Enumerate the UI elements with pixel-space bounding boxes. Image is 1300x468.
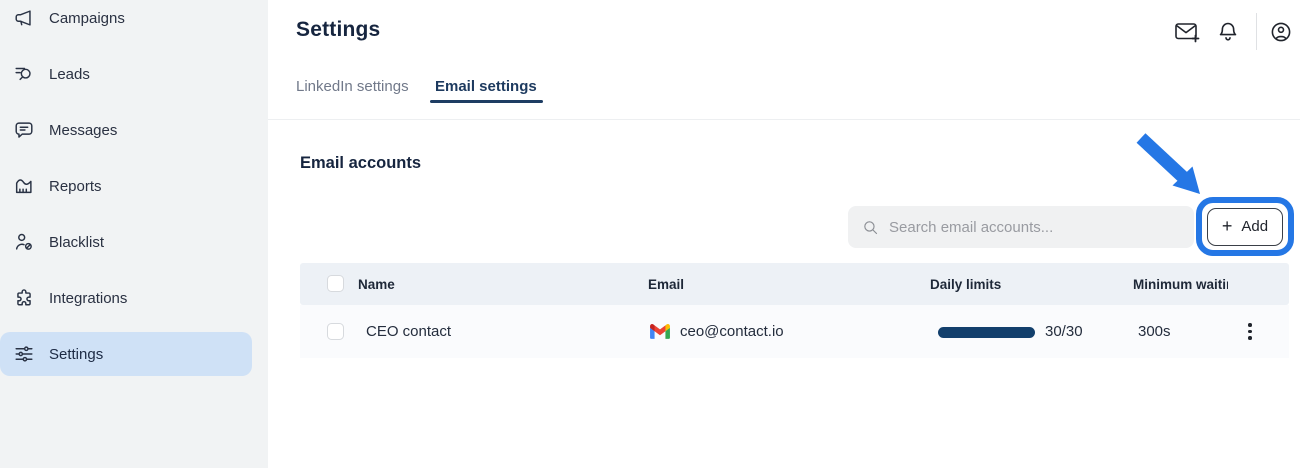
table-row[interactable]: CEO contact ceo@contact.io 30/30 300s [300, 305, 1289, 358]
search-box [848, 206, 1194, 248]
message-bubble-icon [13, 119, 35, 141]
add-button-label: Add [1241, 218, 1268, 235]
leads-search-icon [13, 63, 35, 85]
app-window: Campaigns Leads Messages Reports Blackli… [0, 0, 1300, 468]
megaphone-icon [13, 7, 35, 29]
main-content: Settings LinkedIn settings Email setting… [268, 0, 1300, 468]
section-title: Email accounts [300, 154, 421, 173]
daily-limit-value: 30/30 [1045, 305, 1083, 358]
sidebar-item-leads[interactable]: Leads [0, 52, 252, 96]
tab-linkedin-settings[interactable]: LinkedIn settings [296, 78, 409, 95]
sidebar-item-messages[interactable]: Messages [0, 108, 252, 152]
select-all-checkbox[interactable] [327, 275, 344, 292]
annotation-arrow-icon [1130, 132, 1210, 200]
account-name: CEO contact [366, 305, 451, 358]
add-button[interactable]: + Add [1207, 208, 1283, 246]
annotation-highlight-box: + Add [1196, 197, 1294, 256]
search-icon [862, 219, 879, 236]
sidebar-item-label: Reports [49, 178, 102, 195]
puzzle-icon [13, 287, 35, 309]
gmail-icon [650, 305, 670, 358]
table-header: Name Email Daily limits Minimum waiting [300, 263, 1289, 305]
row-actions-kebab-icon[interactable] [1242, 305, 1258, 358]
sidebar-item-label: Messages [49, 122, 117, 139]
header-divider [268, 119, 1300, 120]
active-tab-underline [430, 100, 543, 103]
plus-icon: + [1222, 217, 1233, 235]
blocked-user-icon [13, 231, 35, 253]
daily-limit-progress-bar [938, 327, 1035, 338]
chart-icon [13, 175, 35, 197]
column-header-email: Email [648, 263, 684, 305]
sliders-icon [13, 343, 35, 365]
tab-email-settings[interactable]: Email settings [435, 78, 537, 95]
sidebar-item-blacklist[interactable]: Blacklist [0, 220, 252, 264]
page-title: Settings [296, 18, 380, 42]
sidebar-item-label: Blacklist [49, 234, 104, 251]
column-header-minimum-waiting: Minimum waiting [1133, 263, 1228, 305]
column-header-name: Name [358, 263, 395, 305]
sidebar-item-campaigns[interactable]: Campaigns [0, 0, 252, 40]
sidebar-item-settings[interactable]: Settings [0, 332, 252, 376]
row-checkbox[interactable] [327, 323, 344, 340]
user-avatar-icon[interactable] [1269, 20, 1293, 44]
bell-icon[interactable] [1216, 20, 1240, 45]
sidebar-item-label: Leads [49, 66, 90, 83]
sidebar-item-label: Integrations [49, 290, 127, 307]
sidebar-item-reports[interactable]: Reports [0, 164, 252, 208]
sidebar-item-integrations[interactable]: Integrations [0, 276, 252, 320]
sidebar: Campaigns Leads Messages Reports Blackli… [0, 0, 268, 468]
column-header-daily-limits: Daily limits [930, 263, 1001, 305]
mail-plus-icon[interactable] [1174, 20, 1201, 45]
account-email: ceo@contact.io [680, 305, 784, 358]
search-input[interactable] [889, 206, 1194, 248]
topbar-divider [1256, 13, 1257, 50]
sidebar-item-label: Settings [49, 346, 103, 363]
minimum-waiting-value: 300s [1138, 305, 1171, 358]
sidebar-item-label: Campaigns [49, 10, 125, 27]
